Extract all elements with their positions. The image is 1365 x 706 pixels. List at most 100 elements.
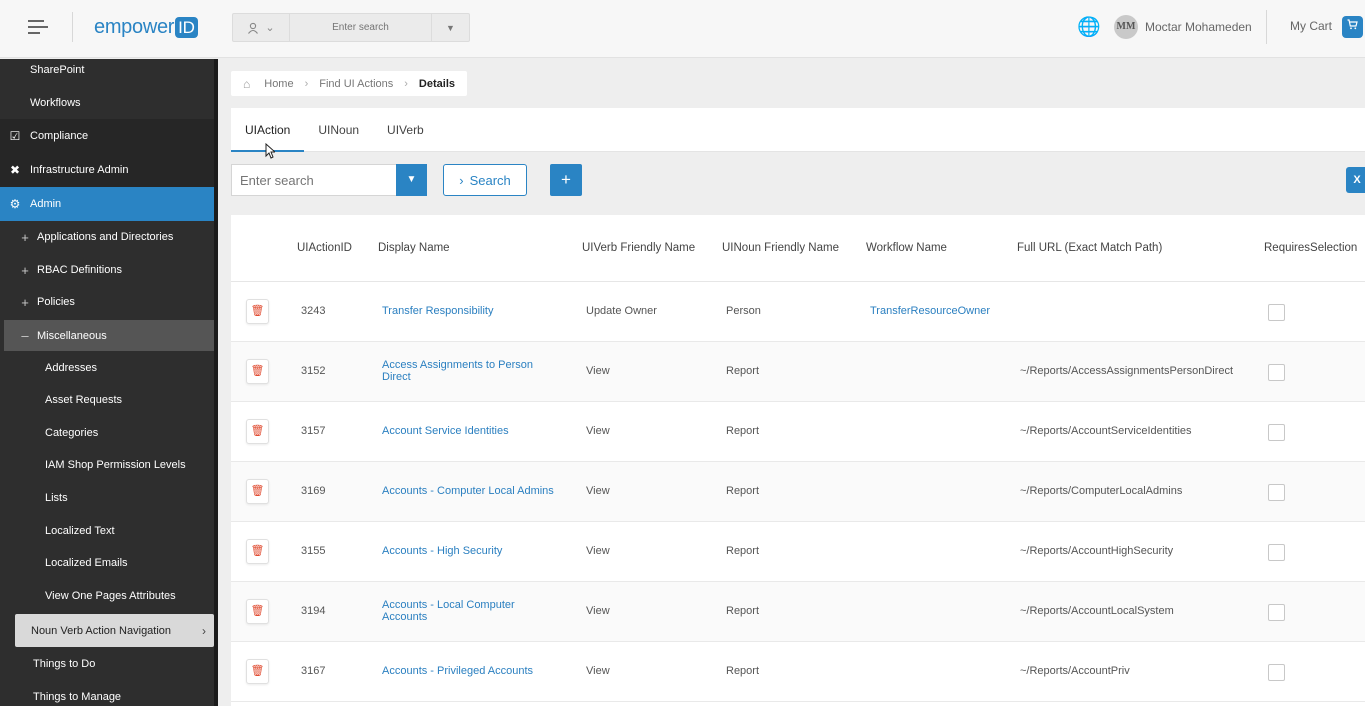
excel-export-icon[interactable]: X — [1346, 167, 1365, 193]
person-icon — [248, 22, 259, 34]
sidebar-item-label: Policies — [37, 296, 75, 308]
sidebar-item-view-one-pages[interactable]: View One Pages Attributes — [0, 585, 214, 607]
sidebar-scroll-rail[interactable] — [214, 59, 218, 706]
delete-icon[interactable]: 🗑 — [246, 299, 269, 324]
delete-icon[interactable]: 🗑 — [246, 479, 269, 504]
chevron-right-icon: › — [404, 77, 408, 90]
sidebar-item-addresses[interactable]: Addresses — [0, 357, 214, 379]
cell-display-name[interactable]: Accounts - High Security — [382, 545, 562, 557]
cart-label[interactable]: My Cart — [1290, 19, 1332, 33]
sidebar-item-things-to-do[interactable]: Things to Do — [0, 653, 214, 675]
sidebar-item-sharepoint[interactable]: SharePoint — [0, 59, 214, 81]
requires-selection-checkbox[interactable] — [1268, 304, 1285, 321]
cell-display-name[interactable]: Account Service Identities — [382, 425, 562, 437]
sidebar-item-noun-verb-action[interactable]: Noun Verb Action Navigation › — [15, 614, 214, 647]
cell-display-name[interactable]: Access Assignments to Person Direct — [382, 359, 552, 383]
sidebar-item-label: Admin — [30, 198, 62, 210]
cart-icon[interactable] — [1342, 16, 1363, 38]
requires-selection-checkbox[interactable] — [1268, 604, 1285, 621]
sidebar-item-categories[interactable]: Categories — [0, 422, 214, 444]
sidebar-item-label: Localized Emails — [45, 557, 128, 569]
cell-verb: View — [586, 605, 610, 617]
requires-selection-checkbox[interactable] — [1268, 364, 1285, 381]
breadcrumb-current: Details — [418, 77, 455, 90]
requires-selection-checkbox[interactable] — [1268, 664, 1285, 681]
global-search-input[interactable] — [290, 14, 431, 41]
tab-uinoun[interactable]: UINoun — [304, 108, 373, 152]
table-row: 🗑 3155 Accounts - High Security View Rep… — [231, 522, 1365, 582]
requires-selection-checkbox[interactable] — [1268, 424, 1285, 441]
cell-workflow[interactable]: TransferResourceOwner — [870, 305, 990, 317]
requires-selection-checkbox[interactable] — [1268, 544, 1285, 561]
add-button[interactable]: + — [550, 164, 582, 196]
sidebar-item-policies[interactable]: + Policies — [0, 290, 214, 314]
caret-down-icon[interactable]: ▼ — [431, 14, 469, 41]
cell-id: 3194 — [301, 605, 326, 617]
breadcrumb-home[interactable]: Home — [264, 78, 293, 90]
sidebar-item-compliance[interactable]: ☑ Compliance — [0, 119, 214, 153]
sidebar-item-applications[interactable]: + Applications and Directories — [0, 225, 214, 249]
table-row: 🗑 3167 Accounts - Privileged Accounts Vi… — [231, 642, 1365, 702]
search-input[interactable] — [231, 164, 396, 196]
cell-noun: Person — [726, 305, 761, 317]
delete-icon[interactable]: 🗑 — [246, 659, 269, 684]
cell-display-name[interactable]: Transfer Responsibility — [382, 305, 562, 317]
sidebar-item-label: Addresses — [45, 362, 97, 374]
avatar[interactable]: MM — [1114, 15, 1138, 39]
cell-id: 3243 — [301, 305, 326, 317]
user-name[interactable]: Moctar Mohameden — [1145, 20, 1252, 34]
table-row: 🗑 3194 Accounts - Local Computer Account… — [231, 582, 1365, 642]
sidebar-item-miscellaneous[interactable]: – Miscellaneous — [4, 320, 214, 351]
cell-display-name[interactable]: Accounts - Privileged Accounts — [382, 665, 562, 677]
cell-noun: Report — [726, 425, 760, 437]
menu-icon[interactable] — [28, 20, 48, 36]
sidebar-item-label: View One Pages Attributes — [45, 590, 176, 602]
sidebar-item-workflows[interactable]: Workflows — [0, 92, 214, 114]
breadcrumb-find-ui-actions[interactable]: Find UI Actions — [319, 78, 393, 90]
table-row: 🗑 3152 Access Assignments to Person Dire… — [231, 342, 1365, 402]
cell-display-name[interactable]: Accounts - Local Computer Accounts — [382, 599, 532, 623]
home-icon[interactable]: ⌂ — [243, 77, 250, 91]
delete-icon[interactable]: 🗑 — [246, 359, 269, 384]
column-header-full-url[interactable]: Full URL (Exact Match Path) — [1017, 215, 1162, 282]
sidebar-item-label: Things to Manage — [33, 691, 122, 703]
sidebar-item-asset-requests[interactable]: Asset Requests — [0, 389, 214, 411]
column-header-workflow[interactable]: Workflow Name — [866, 215, 947, 282]
top-header: empowerID ⌄ ▼ 🌐 MM Moctar Mohameden My C… — [0, 0, 1365, 58]
cell-url: ~/Reports/AccessAssignmentsPersonDirect — [1020, 365, 1234, 377]
search-options-dropdown[interactable]: ▼ — [396, 164, 427, 196]
sidebar-item-admin[interactable]: ⚙ Admin — [0, 187, 214, 221]
delete-icon[interactable]: 🗑 — [246, 599, 269, 624]
cell-display-name[interactable]: Accounts - Computer Local Admins — [382, 485, 572, 497]
delete-icon[interactable]: 🗑 — [246, 419, 269, 444]
sidebar-item-localized-text[interactable]: Localized Text — [0, 520, 214, 542]
delete-icon[interactable]: 🗑 — [246, 539, 269, 564]
sidebar-item-rbac[interactable]: + RBAC Definitions — [0, 258, 214, 282]
requires-selection-checkbox[interactable] — [1268, 484, 1285, 501]
search-scope-selector[interactable]: ⌄ — [233, 14, 290, 41]
mouse-cursor-icon — [265, 143, 275, 159]
sidebar-item-iam-shop[interactable]: IAM Shop Permission Levels — [0, 454, 214, 476]
cell-id: 3155 — [301, 545, 326, 557]
column-header-display-name[interactable]: Display Name — [378, 215, 450, 282]
globe-icon[interactable]: 🌐 — [1077, 17, 1101, 39]
sidebar: SharePoint Workflows ☑ Compliance ✖ Infras… — [0, 59, 214, 706]
column-header-requires-selection[interactable]: RequiresSelection — [1264, 215, 1357, 282]
app-logo[interactable]: empower ID — [94, 16, 198, 39]
column-header-uinoun[interactable]: UINoun Friendly Name — [722, 215, 839, 282]
sidebar-item-localized-emails[interactable]: Localized Emails — [0, 552, 214, 574]
tab-uiverb[interactable]: UIVerb — [373, 108, 438, 152]
sidebar-item-things-to-manage[interactable]: Things to Manage — [0, 686, 214, 706]
sidebar-item-infrastructure-admin[interactable]: ✖ Infrastructure Admin — [0, 153, 214, 187]
sidebar-item-lists[interactable]: Lists — [0, 487, 214, 509]
column-header-uiactionid[interactable]: UIActionID — [297, 215, 352, 282]
sidebar-item-label: RBAC Definitions — [37, 264, 122, 276]
cell-noun: Report — [726, 665, 760, 677]
cell-noun: Report — [726, 365, 760, 377]
search-button[interactable]: › Search — [443, 164, 527, 196]
sidebar-item-label: Infrastructure Admin — [30, 164, 129, 176]
column-header-uiverb[interactable]: UIVerb Friendly Name — [582, 215, 695, 282]
logo-text: empower — [94, 16, 175, 38]
sidebar-item-label: Asset Requests — [45, 394, 123, 406]
cell-verb: View — [586, 665, 610, 677]
